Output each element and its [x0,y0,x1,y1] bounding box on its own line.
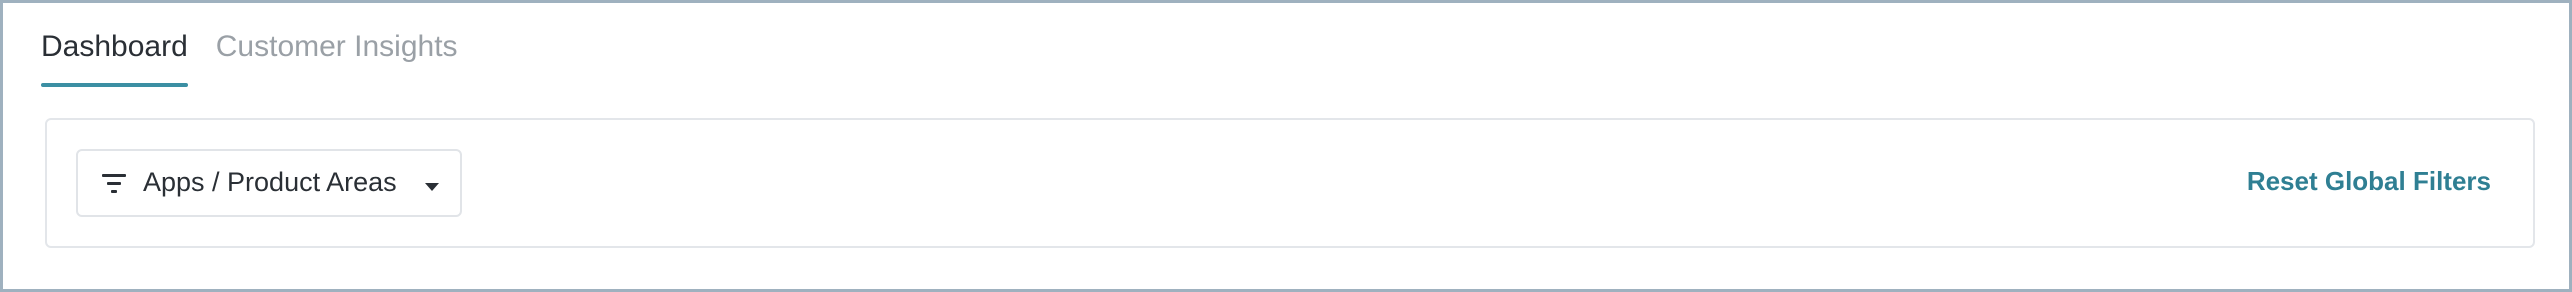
app-window: Dashboard Customer Insights Apps / Produ… [0,0,2572,292]
tab-bar: Dashboard Customer Insights [41,3,458,87]
tab-dashboard[interactable]: Dashboard [41,3,188,87]
reset-global-filters-link[interactable]: Reset Global Filters [2247,166,2491,197]
tab-customer-insights[interactable]: Customer Insights [216,3,458,87]
dropdown-label: Apps / Product Areas [143,167,397,197]
filter-icon [100,171,128,195]
tab-dashboard-label: Dashboard [41,30,188,63]
tab-customer-insights-label: Customer Insights [215,30,458,63]
global-filters-panel: Apps / Product Areas Reset Global Filter… [45,118,2535,248]
chevron-down-icon [424,179,440,191]
apps-product-areas-dropdown[interactable]: Apps / Product Areas [76,149,462,217]
